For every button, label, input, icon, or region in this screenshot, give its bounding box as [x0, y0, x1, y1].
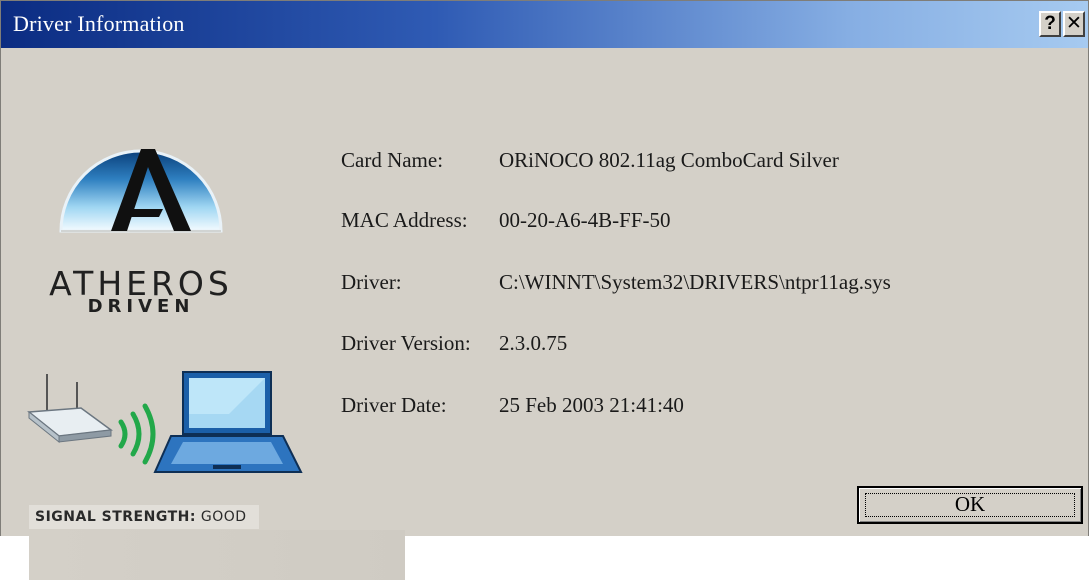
- dialog-body: ATHEROS DRIVEN SIGNAL STRENGTH: GOOD Car…: [1, 48, 1088, 580]
- close-icon: ✕: [1066, 13, 1082, 34]
- help-icon: ?: [1044, 13, 1056, 34]
- signal-strength-value: GOOD: [200, 509, 247, 525]
- driver-version-label: Driver Version:: [341, 331, 471, 355]
- laptop-icon: [153, 371, 303, 473]
- mac-address-value: 00-20-A6-4B-FF-50: [499, 208, 671, 232]
- driver-version-value: 2.3.0.75: [499, 331, 568, 355]
- router-icon: [27, 374, 113, 444]
- driver-date-value: 25 Feb 2003 21:41:40: [499, 393, 684, 417]
- mac-address-label: MAC Address:: [341, 208, 468, 232]
- card-name-label: Card Name:: [341, 148, 444, 172]
- brand-tagline: DRIVEN: [87, 296, 195, 317]
- signal-footer-shade: [29, 530, 405, 580]
- close-button[interactable]: ✕: [1063, 11, 1085, 37]
- driver-date-label: Driver Date:: [341, 393, 447, 417]
- ok-button[interactable]: OK: [857, 486, 1083, 524]
- ok-button-label: OK: [954, 492, 986, 516]
- connection-illustration: [27, 371, 303, 473]
- driver-value: C:\WINNT\System32\DRIVERS\ntpr11ag.sys: [499, 270, 891, 294]
- card-name-value: ORiNOCO 802.11ag ComboCard Silver: [499, 148, 839, 172]
- signal-waves-icon: [118, 403, 156, 465]
- window-title: Driver Information: [13, 11, 185, 36]
- signal-strength: SIGNAL STRENGTH: GOOD: [29, 505, 259, 529]
- driver-information-dialog: Driver Information ? ✕ ATHEROS DRIVEN SI…: [0, 0, 1089, 580]
- driver-label: Driver:: [341, 270, 402, 294]
- signal-strength-label: SIGNAL STRENGTH:: [35, 509, 196, 525]
- help-button[interactable]: ?: [1039, 11, 1061, 37]
- title-bar[interactable]: Driver Information ? ✕: [1, 1, 1088, 48]
